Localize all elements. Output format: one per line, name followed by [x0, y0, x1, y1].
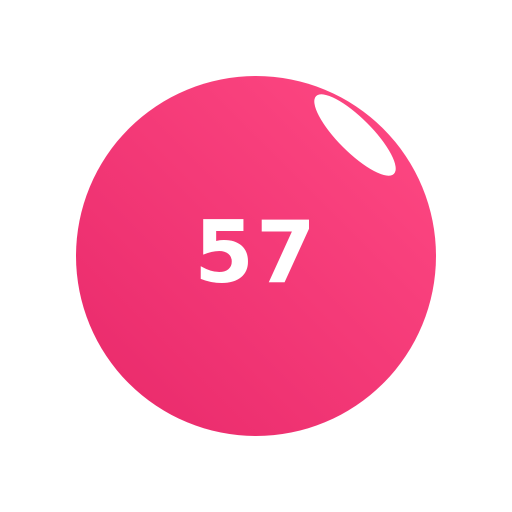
stage: 57 — [0, 0, 512, 512]
ball-number: 57 — [194, 203, 318, 303]
